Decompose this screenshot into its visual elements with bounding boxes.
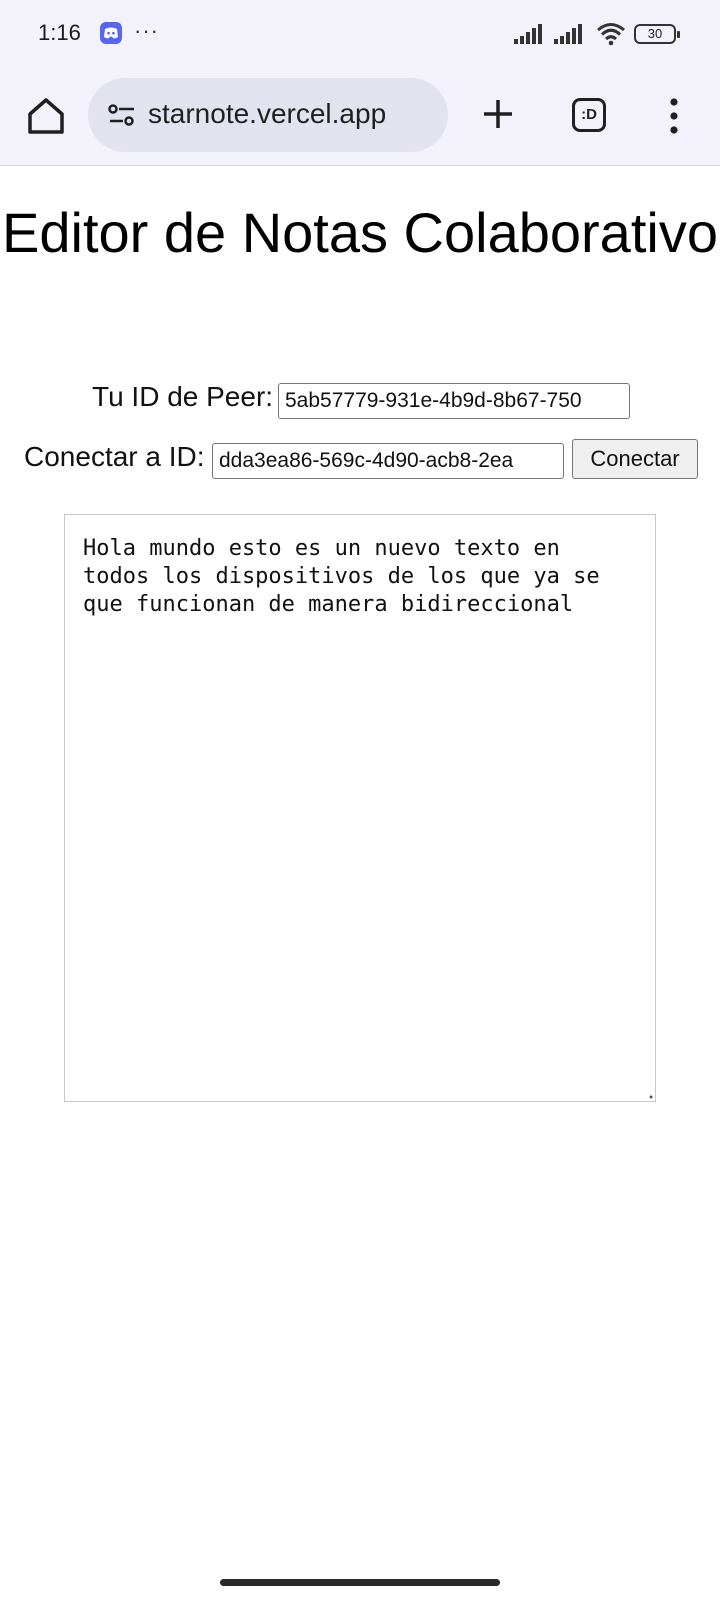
- wifi-icon: [597, 23, 625, 46]
- more-notifications-indicator: ···: [134, 18, 159, 43]
- connect-id-input[interactable]: dda3ea86-569c-4d90-acb8-2ea: [212, 443, 564, 479]
- browser-toolbar: starnote.vercel.app :D: [0, 68, 720, 166]
- address-bar[interactable]: starnote.vercel.app: [88, 78, 448, 152]
- page-title: Editor de Notas Colaborativo: [2, 201, 718, 264]
- status-time: 1:16: [38, 20, 81, 45]
- battery-level: 30: [647, 26, 663, 41]
- site-settings-icon[interactable]: [108, 103, 136, 127]
- tabs-icon[interactable]: :D: [572, 98, 606, 132]
- status-bar: 1:16 ··· 30: [0, 0, 720, 68]
- resize-handle-icon[interactable]: [648, 1094, 654, 1100]
- battery-icon: 30: [634, 24, 680, 44]
- kebab-menu-icon[interactable]: [662, 96, 686, 136]
- home-icon[interactable]: [24, 94, 68, 138]
- url-text[interactable]: starnote.vercel.app: [148, 98, 386, 130]
- connect-id-label: Conectar a ID:: [24, 441, 205, 472]
- plus-icon[interactable]: [478, 94, 518, 134]
- signal-strength-icon: [554, 24, 582, 44]
- discord-icon: [100, 22, 122, 44]
- note-editor[interactable]: Hola mundo esto es un nuevo texto en tod…: [64, 514, 656, 1102]
- gesture-navigation-bar[interactable]: [220, 1579, 500, 1586]
- signal-strength-icon: [514, 24, 542, 44]
- tabs-label: :D: [581, 106, 597, 123]
- peer-id-field[interactable]: 5ab57779-931e-4b9d-8b67-750: [278, 383, 630, 419]
- connect-button[interactable]: Conectar: [572, 439, 698, 479]
- peer-id-label: Tu ID de Peer:: [92, 381, 274, 412]
